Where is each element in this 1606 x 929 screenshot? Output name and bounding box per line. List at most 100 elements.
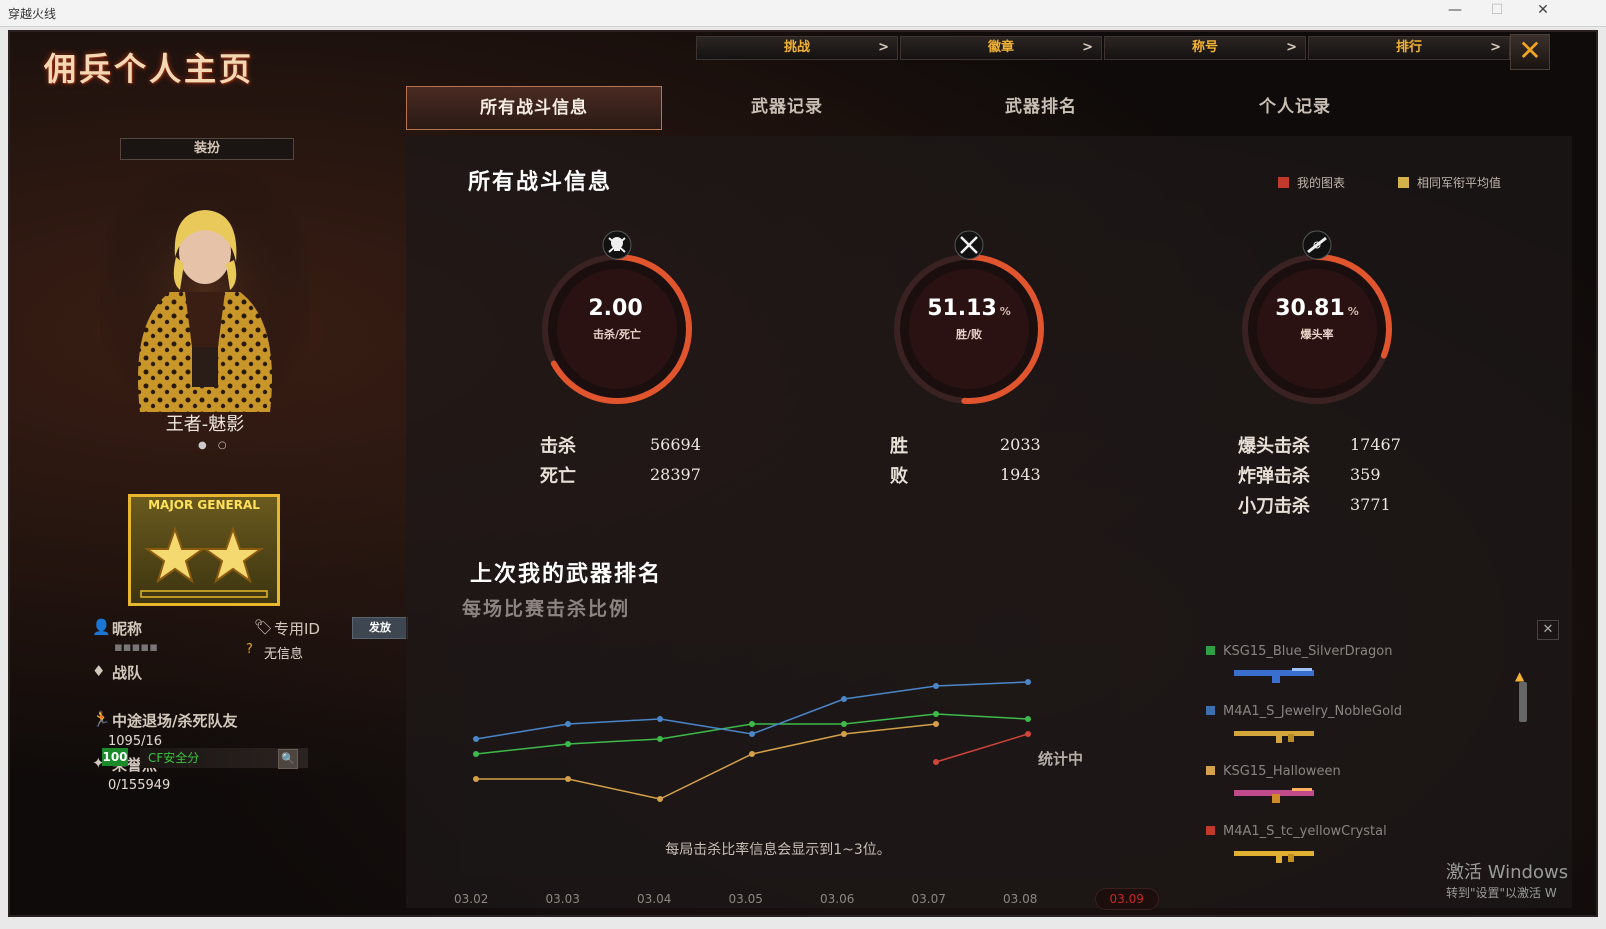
team-label: 战队 [112, 664, 143, 682]
data-point [1025, 679, 1031, 685]
kills-label: 击杀 [540, 436, 576, 457]
gauge-value: 51.13% [884, 296, 1054, 321]
sub-tabs: 所有战斗信息 武器记录 武器排名 个人记录 [406, 86, 1574, 130]
gauge-caption: 击杀/死亡 [592, 328, 642, 341]
gauge-number: 30.81 [1275, 296, 1345, 321]
window-title: 穿越火线 [8, 7, 57, 21]
legend-swatch [1206, 646, 1215, 655]
legend-swatch [1398, 177, 1409, 188]
maximize-button[interactable]: ☐ [1482, 2, 1512, 18]
x-tick-label[interactable]: 03.03 [546, 892, 580, 906]
data-point [933, 683, 939, 689]
page-title: 佣兵个人主页 [44, 50, 255, 88]
data-point [749, 721, 755, 727]
rifle-icon [1234, 731, 1314, 743]
bomb-label: 炸弹击杀 [1238, 466, 1310, 487]
wins-value: 2033 [1000, 435, 1041, 454]
tab-label: 称号 [1191, 40, 1218, 55]
x-tick-label[interactable]: 03.06 [820, 892, 854, 906]
data-point [933, 721, 939, 727]
headshot-value: 17467 [1350, 435, 1401, 454]
x-tick-label[interactable]: 03.07 [912, 892, 946, 906]
dress-up-button[interactable]: 装扮 [120, 138, 294, 160]
run-icon: 🏃 [92, 710, 111, 728]
losses-value: 1943 [1000, 465, 1041, 484]
tab-weapon-records[interactable]: 武器记录 [660, 86, 914, 128]
gauge-unit: % [1347, 305, 1359, 318]
bomb-value: 359 [1350, 465, 1381, 484]
data-point [657, 716, 663, 722]
os-titlebar: 穿越火线 — ☐ ✕ [0, 0, 1606, 27]
id-label: 专用ID [274, 620, 320, 638]
x-tick-label[interactable]: 03.04 [637, 892, 671, 906]
tab-challenge[interactable]: 挑战 > [696, 36, 898, 60]
data-point [749, 751, 755, 757]
tab-badge[interactable]: 徽章 > [900, 36, 1102, 60]
weapon-name: KSG15_Halloween [1223, 764, 1341, 779]
weapon-item[interactable]: KSG15_Blue_SilverDragon [1206, 644, 1392, 659]
legend-average: 相同军衔平均值 [1398, 174, 1501, 191]
tab-label: 排行 [1395, 40, 1422, 55]
data-point [565, 776, 571, 782]
data-point [841, 721, 847, 727]
activation-watermark: 激活 Windows [1446, 862, 1569, 883]
data-point [933, 759, 939, 765]
minimize-button[interactable]: — [1440, 2, 1470, 18]
rifle-icon [1234, 851, 1314, 863]
wins-label: 胜 [890, 436, 908, 457]
crossed-swords-icon [954, 230, 984, 260]
x-tick-label[interactable]: 03.02 [454, 892, 488, 906]
character-name: 王者-魅影 [165, 414, 245, 435]
gauge-number: 2.00 [588, 296, 643, 321]
data-point [841, 696, 847, 702]
chevron-right-icon: > [1490, 40, 1501, 55]
data-point [565, 721, 571, 727]
user-icon: 👤 [92, 618, 111, 636]
close-icon[interactable]: ✕ [1537, 620, 1559, 640]
game-window: 佣兵个人主页 挑战 > 徽章 > 称号 > 排行 > ✕ 所有战斗信息 武器记录 武器排… [8, 30, 1598, 917]
chevron-right-icon: > [1082, 40, 1093, 55]
x-tick-label[interactable]: 03.09 [1094, 888, 1159, 910]
window-close-button[interactable]: ✕ [1528, 2, 1558, 18]
weapon-name: KSG15_Blue_SilverDragon [1223, 644, 1393, 659]
carousel-dots[interactable]: ● ○ [198, 440, 231, 451]
character-avatar [100, 172, 310, 412]
section-title: 所有战斗信息 [468, 170, 613, 195]
tab-ranking[interactable]: 排行 > [1308, 36, 1510, 60]
chevron-right-icon: > [1286, 40, 1297, 55]
tab-personal-records[interactable]: 个人记录 [1168, 86, 1422, 128]
weapon-item[interactable]: KSG15_Halloween [1206, 764, 1341, 779]
gauge-value: 2.00 [532, 296, 702, 321]
data-point [473, 776, 479, 782]
tab-all-combat-info[interactable]: 所有战斗信息 [406, 86, 662, 130]
legend-swatch [1278, 177, 1289, 188]
legend-swatch [1206, 826, 1215, 835]
gauge-caption: 爆头率 [1300, 328, 1334, 341]
honor-value: 0/155949 [108, 778, 171, 793]
knife-label: 小刀击杀 [1238, 496, 1310, 517]
kills-value: 56694 [650, 435, 701, 454]
legend-label: 我的图表 [1297, 176, 1346, 190]
weapon-item[interactable]: M4A1_S_tc_yellowCrystal [1206, 824, 1387, 839]
tab-weapon-ranking[interactable]: 武器排名 [914, 86, 1168, 128]
send-button[interactable]: 发放 [352, 617, 408, 639]
weapon-name: M4A1_S_tc_yellowCrystal [1223, 824, 1387, 839]
search-icon[interactable]: 🔍 [278, 749, 298, 769]
weapon-item[interactable]: M4A1_S_Jewelry_NobleGold [1206, 704, 1402, 719]
x-tick-label[interactable]: 03.08 [1003, 892, 1037, 906]
scrollbar[interactable] [1519, 682, 1527, 722]
tab-title[interactable]: 称号 > [1104, 36, 1306, 60]
kd-gauge: 2.00 击杀/死亡 [532, 230, 702, 414]
profile-column: 装扮 王者-魅影 ● ○ MAJOR GENERAL 👤 昵称 ▪▪▪▪▪ 🏷 … [30, 132, 410, 912]
weapon-name: M4A1_S_Jewelry_NobleGold [1223, 704, 1402, 719]
close-button[interactable]: ✕ [1510, 34, 1550, 70]
legend-label: 相同军衔平均值 [1417, 176, 1502, 190]
legend-swatch [1206, 706, 1215, 715]
scroll-up-icon[interactable]: ▲ [1515, 670, 1531, 682]
x-tick-label[interactable]: 03.05 [729, 892, 763, 906]
star-icon [140, 525, 268, 598]
shotgun-icon [1234, 668, 1314, 683]
weapon-ranking-subtitle: 每场比赛击杀比例 [462, 598, 631, 620]
shotgun-icon [1234, 788, 1314, 803]
shield-icon: ♦ [92, 662, 106, 680]
